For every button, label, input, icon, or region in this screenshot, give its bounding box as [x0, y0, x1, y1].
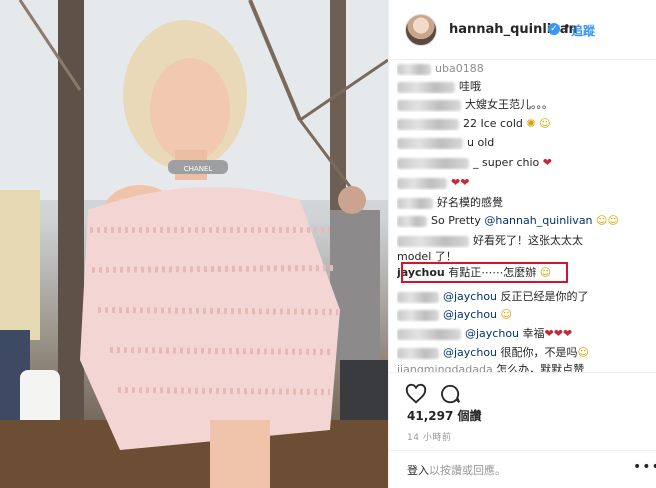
- mention-link[interactable]: @hannah_quinlivan: [484, 214, 592, 227]
- choker-logo: CHANEL: [184, 165, 213, 173]
- comment-item: _ super chio ❤: [397, 156, 653, 170]
- avatar[interactable]: [405, 14, 437, 46]
- highlight-box: [401, 262, 568, 283]
- comment-item: u old: [397, 136, 653, 150]
- comment-item: @jaychou 幸福❤❤❤: [397, 327, 653, 341]
- verified-icon: ✓: [548, 23, 560, 35]
- comment-item: @jaychou 很配你，不是吗☺: [397, 346, 653, 360]
- comment-item: jiangmingdadada 怎么办，默默点赞: [397, 363, 585, 372]
- mention-link[interactable]: @jaychou: [443, 308, 497, 321]
- comment-item: 22 Ice cold ✺ ☺: [397, 117, 653, 131]
- login-prompt: 登入以按讚或回應。: [407, 464, 506, 477]
- comment-icon[interactable]: [439, 383, 461, 405]
- likes-count[interactable]: 41,297 個讚: [407, 407, 482, 424]
- mention-link[interactable]: @jaychou: [465, 327, 519, 340]
- photo-illustration: CHANEL: [0, 0, 388, 488]
- comment-item: 哇哦: [397, 80, 653, 94]
- comment-item: uba0188: [397, 62, 653, 76]
- post-sidebar: hannah_quinlivan ✓ • 追蹤 uba0188 哇哦 大嫂女王范…: [388, 0, 656, 488]
- follow-button[interactable]: 追蹤: [571, 22, 595, 39]
- comment-item: @jaychou ☺: [397, 308, 653, 322]
- timestamp[interactable]: 14 小時前: [407, 430, 451, 443]
- comment-item: 大嫂女王范儿。。。: [397, 98, 653, 112]
- login-bar: 登入以按讚或回應。 •••: [389, 450, 656, 488]
- comment-item: 好看死了！这张太太太: [397, 234, 653, 248]
- login-link[interactable]: 登入: [407, 464, 429, 477]
- comment-item: @jaychou 反正已经是你的了: [397, 290, 653, 304]
- more-options-button[interactable]: •••: [633, 459, 656, 475]
- post-photo[interactable]: CHANEL: [0, 0, 388, 488]
- mention-link[interactable]: @jaychou: [443, 290, 497, 303]
- comment-item: ❤❤: [397, 176, 653, 190]
- post-header: hannah_quinlivan ✓ • 追蹤: [389, 0, 656, 60]
- separator-dot: •: [563, 20, 571, 35]
- mention-link[interactable]: @jaychou: [443, 346, 497, 359]
- comment-list[interactable]: uba0188 哇哦 大嫂女王范儿。。。 22 Ice cold ✺ ☺ u o…: [389, 60, 656, 372]
- heart-icon[interactable]: [405, 383, 427, 405]
- comment-item: 好名模的感覺: [397, 196, 653, 210]
- comment-item: So Pretty @hannah_quinlivan ☺☺: [397, 214, 653, 228]
